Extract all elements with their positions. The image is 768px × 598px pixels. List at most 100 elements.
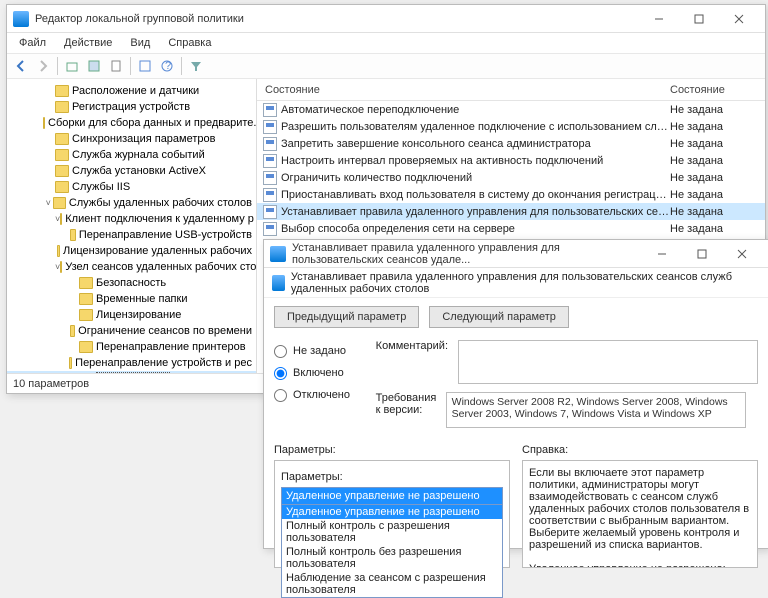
- tree-label: Регистрация устройств: [72, 101, 190, 113]
- setting-name: Запретить завершение консольного сеанса …: [281, 138, 670, 150]
- tree-item[interactable]: ˅Службы удаленных рабочих столов: [7, 195, 256, 211]
- radio-label: Включено: [293, 367, 344, 379]
- tree-label: Перенаправление принтеров: [96, 341, 246, 353]
- titlebar[interactable]: Редактор локальной групповой политики: [7, 5, 765, 33]
- setting-row[interactable]: Запретить завершение консольного сеанса …: [257, 135, 765, 152]
- tree-item[interactable]: Подключения: [7, 371, 256, 373]
- combo-selected[interactable]: Удаленное управление не разрешено: [282, 488, 502, 504]
- setting-row[interactable]: Приостанавливать вход пользователя в сис…: [257, 186, 765, 203]
- help-button[interactable]: ?: [157, 56, 177, 76]
- radio-label: Отключено: [293, 389, 350, 401]
- setting-row[interactable]: Ограничить количество подключенийНе зада…: [257, 169, 765, 186]
- setting-name: Выбор способа определения сети на сервер…: [281, 223, 670, 235]
- folder-icon: [79, 341, 93, 353]
- folder-icon: [55, 181, 69, 193]
- folder-icon: [69, 357, 73, 369]
- tree-item[interactable]: Служба журнала событий: [7, 147, 256, 163]
- help-box: Если вы включаете этот параметр политики…: [522, 460, 758, 568]
- folder-icon: [79, 293, 93, 305]
- params-combo[interactable]: Удаленное управление не разрешено Удален…: [281, 487, 503, 598]
- setting-name: Автоматическое переподключение: [281, 104, 670, 116]
- refresh-button[interactable]: [135, 56, 155, 76]
- tree-item[interactable]: Перенаправление устройств и рес: [7, 355, 256, 371]
- tree-item[interactable]: Регистрация устройств: [7, 99, 256, 115]
- menu-view[interactable]: Вид: [122, 35, 158, 51]
- dialog-maximize-button[interactable]: [682, 241, 722, 267]
- radio-not-configured[interactable]: Не задано: [274, 340, 360, 362]
- dialog-minimize-button[interactable]: [642, 241, 682, 267]
- tree-label: Узел сеансов удаленных рабочих сто: [65, 261, 256, 273]
- tree-item[interactable]: Служба установки ActiveX: [7, 163, 256, 179]
- tree-pane[interactable]: Расположение и датчики Регистрация устрой…: [7, 79, 257, 373]
- folder-icon: [55, 165, 69, 177]
- tree-item[interactable]: Перенаправление принтеров: [7, 339, 256, 355]
- tree-label: Сборки для сбора данных и предварите...: [48, 117, 256, 129]
- expand-toggle-icon[interactable]: ˅: [43, 198, 53, 208]
- forward-button[interactable]: [33, 56, 53, 76]
- setting-name: Разрешить пользователям удаленное подклю…: [281, 121, 670, 133]
- setting-icon: [263, 120, 277, 134]
- dialog-close-button[interactable]: [722, 241, 762, 267]
- next-setting-button[interactable]: Следующий параметр: [429, 306, 569, 328]
- dialog-titlebar[interactable]: Устанавливает правила удаленного управле…: [264, 240, 768, 268]
- column-header-state[interactable]: Состояние: [670, 84, 765, 96]
- tree-item[interactable]: Службы IIS: [7, 179, 256, 195]
- minimize-button[interactable]: [639, 6, 679, 32]
- setting-row[interactable]: Автоматическое переподключениеНе задана: [257, 101, 765, 118]
- tree-label: Службы IIS: [72, 181, 130, 193]
- folder-icon: [55, 85, 69, 97]
- tree-label: Безопасность: [96, 277, 166, 289]
- radio-enabled[interactable]: Включено: [274, 362, 360, 384]
- combo-option[interactable]: Удаленное управление не разрешено: [282, 505, 502, 519]
- radio-label: Не задано: [293, 345, 346, 357]
- setting-name: Ограничить количество подключений: [281, 172, 670, 184]
- menubar: Файл Действие Вид Справка: [7, 33, 765, 53]
- up-button[interactable]: [62, 56, 82, 76]
- combo-option[interactable]: Наблюдение за сеансом с разрешения польз…: [282, 571, 502, 597]
- maximize-button[interactable]: [679, 6, 719, 32]
- setting-row[interactable]: Устанавливает правила удаленного управле…: [257, 203, 765, 220]
- close-button[interactable]: [719, 6, 759, 32]
- tree-item[interactable]: Ограничение сеансов по времени: [7, 323, 256, 339]
- tree-label: Перенаправление устройств и рес: [75, 357, 252, 369]
- folder-icon: [79, 277, 93, 289]
- combo-option[interactable]: Полный контроль с разрешения пользовател…: [282, 519, 502, 545]
- tree-item[interactable]: Лицензирование: [7, 307, 256, 323]
- filter-button[interactable]: [186, 56, 206, 76]
- tree-item[interactable]: Сборки для сбора данных и предварите...: [7, 115, 256, 131]
- tree-item[interactable]: ˅Клиент подключения к удаленному р: [7, 211, 256, 227]
- back-button[interactable]: [11, 56, 31, 76]
- setting-row[interactable]: Настроить интервал проверяемых на активн…: [257, 152, 765, 169]
- column-header-name[interactable]: Состояние: [257, 84, 670, 96]
- tree-label: Перенаправление USB-устройств: [79, 229, 252, 241]
- setting-name: Приостанавливать вход пользователя в сис…: [281, 189, 670, 201]
- tree-label: Клиент подключения к удаленному р: [65, 213, 254, 225]
- tree-label: Синхронизация параметров: [72, 133, 215, 145]
- folder-icon: [43, 117, 45, 129]
- folder-icon: [70, 325, 75, 337]
- setting-row[interactable]: Выбор способа определения сети на сервер…: [257, 220, 765, 237]
- tree-item[interactable]: Перенаправление USB-устройств: [7, 227, 256, 243]
- setting-row[interactable]: Разрешить пользователям удаленное подклю…: [257, 118, 765, 135]
- show-hide-tree-button[interactable]: [84, 56, 104, 76]
- menu-help[interactable]: Справка: [160, 35, 219, 51]
- combo-option[interactable]: Полный контроль без разрешения пользоват…: [282, 545, 502, 571]
- prev-setting-button[interactable]: Предыдущий параметр: [274, 306, 419, 328]
- combo-label: Параметры:: [281, 471, 503, 483]
- tree-item[interactable]: Расположение и датчики: [7, 83, 256, 99]
- tree-item[interactable]: Безопасность: [7, 275, 256, 291]
- tree-item[interactable]: Синхронизация параметров: [7, 131, 256, 147]
- menu-action[interactable]: Действие: [56, 35, 120, 51]
- menu-file[interactable]: Файл: [11, 35, 54, 51]
- radio-disabled[interactable]: Отключено: [274, 384, 360, 406]
- setting-icon: [263, 205, 277, 219]
- window-title: Редактор локальной групповой политики: [35, 13, 639, 25]
- export-button[interactable]: [106, 56, 126, 76]
- comment-field[interactable]: [458, 340, 758, 384]
- tree-item[interactable]: Временные папки: [7, 291, 256, 307]
- tree-item[interactable]: Лицензирование удаленных рабочих: [7, 243, 256, 259]
- setting-name: Устанавливает правила удаленного управле…: [281, 206, 670, 218]
- tree-label: Расположение и датчики: [72, 85, 199, 97]
- tree-item[interactable]: ˅Узел сеансов удаленных рабочих сто: [7, 259, 256, 275]
- app-icon: [13, 11, 29, 27]
